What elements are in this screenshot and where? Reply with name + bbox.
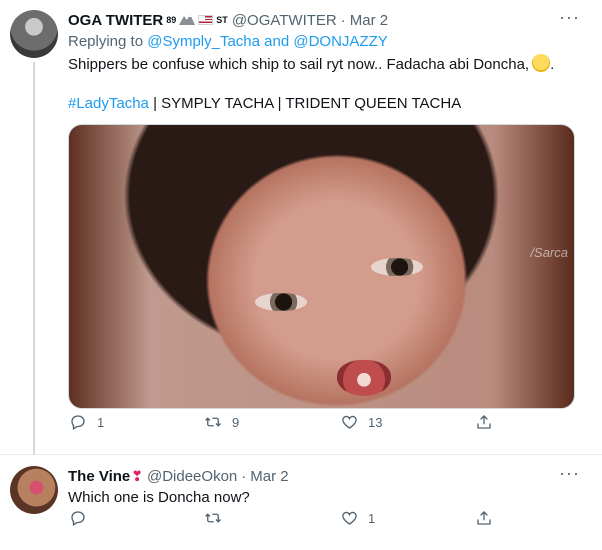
reply-button[interactable]	[68, 508, 97, 528]
media-detail	[255, 293, 307, 311]
retweet-icon	[203, 508, 223, 528]
tweet-header: OGA TWITER 89 ST @OGATWITER · Mar 2	[68, 10, 388, 30]
replying-to-label: Replying to	[68, 33, 144, 50]
tweet-text-end: .	[550, 56, 555, 73]
more-icon[interactable]: ···	[559, 8, 580, 26]
mountain-emoji-icon	[179, 13, 196, 27]
avatar[interactable]	[10, 466, 58, 514]
retweet-count: 9	[232, 414, 240, 430]
retweet-button[interactable]	[203, 508, 232, 528]
tweet-media-image[interactable]: /Sarca	[68, 124, 575, 409]
mention-link[interactable]: @DONJAZZY	[293, 33, 387, 50]
share-icon	[474, 412, 494, 432]
tags-text: | SYMPLY TACHA | TRIDENT QUEEN TACHA	[153, 95, 462, 112]
mention-link[interactable]: @Symply_Tacha	[147, 33, 260, 50]
reply-button[interactable]: 1	[68, 412, 104, 432]
reply-count: 1	[97, 414, 105, 430]
share-icon	[474, 508, 494, 528]
media-watermark: /Sarca	[530, 245, 568, 260]
reply-icon	[68, 508, 88, 528]
heart-outline-icon	[339, 508, 359, 528]
share-button[interactable]	[474, 412, 494, 432]
tweet-text-body: Shippers be confuse which ship to sail r…	[68, 56, 530, 73]
hashtag-link[interactable]: #LadyTacha	[68, 95, 149, 112]
author-rank: ST	[216, 15, 228, 25]
retweet-icon	[203, 412, 223, 432]
eye-roll-emoji-icon	[532, 54, 551, 72]
author-handle[interactable]: @OGATWITER	[232, 12, 337, 29]
like-count: 13	[368, 414, 383, 430]
retweet-button[interactable]: 9	[203, 412, 239, 432]
tweet[interactable]: OGA TWITER 89 ST @OGATWITER · Mar 2 ··· …	[0, 0, 602, 455]
author-superscript: 89	[166, 15, 177, 25]
media-detail	[337, 360, 391, 396]
like-button[interactable]: 1	[339, 508, 375, 528]
tweet-date[interactable]: Mar 2	[350, 12, 388, 29]
share-button[interactable]	[474, 508, 494, 528]
author-name[interactable]: OGA TWITER	[68, 12, 163, 29]
tweet-header: The Vine ❣ @DideeOkon · Mar 2	[68, 466, 289, 486]
replying-to: Replying to @Symply_Tacha and @DONJAZZY	[68, 33, 388, 50]
reply-icon	[68, 412, 88, 432]
like-button[interactable]: 13	[339, 412, 382, 432]
tweet-tags-line: #LadyTacha | SYMPLY TACHA | TRIDENT QUEE…	[68, 94, 461, 114]
red-heart-emoji-icon: ❣	[131, 467, 143, 484]
author-name[interactable]: The Vine	[68, 468, 130, 485]
avatar[interactable]	[10, 10, 58, 58]
thread-line	[33, 62, 35, 455]
mention-connector[interactable]: and	[264, 33, 289, 50]
tweet-text: Which one is Doncha now?	[68, 489, 250, 506]
heart-outline-icon	[339, 412, 359, 432]
like-count: 1	[368, 510, 376, 526]
media-detail	[371, 258, 423, 276]
author-handle[interactable]: @DideeOkon	[147, 468, 237, 485]
tweet-text: Shippers be confuse which ship to sail r…	[68, 54, 554, 75]
separator-dot: ·	[340, 11, 346, 29]
tweet-date[interactable]: Mar 2	[250, 468, 288, 485]
us-flag-icon	[198, 15, 214, 25]
separator-dot: ·	[241, 467, 247, 485]
more-icon[interactable]: ···	[559, 464, 580, 482]
